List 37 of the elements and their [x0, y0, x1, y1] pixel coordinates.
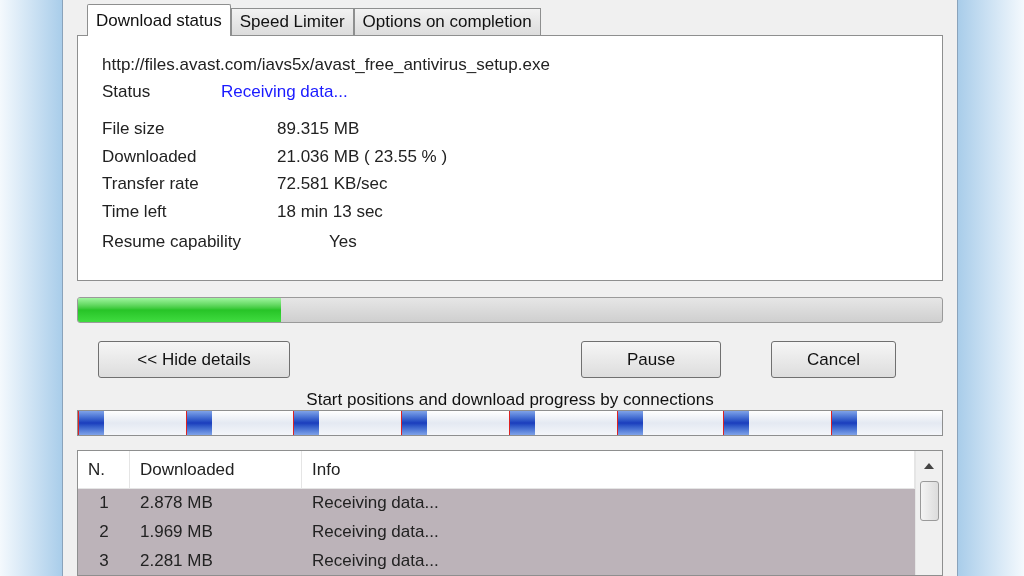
table-cell-text: Receiving data... — [311, 521, 440, 544]
status-value: Receiving data... — [221, 81, 348, 103]
status-label: Status — [102, 81, 152, 103]
table-cell-text: Receiving data... — [311, 549, 440, 572]
table-cell-text: Receiving data... — [311, 492, 440, 515]
table-row[interactable]: 2 1.969 MB Receiving data... — [78, 517, 915, 547]
column-header[interactable]: Downloaded — [130, 451, 302, 488]
detail-value: 21.036 MB ( 23.55 % ) — [277, 145, 448, 168]
detail-value: 18 min 13 sec — [277, 200, 383, 223]
table-cell-text: 1 — [98, 492, 110, 515]
dialog-button[interactable]: Cancel — [771, 341, 896, 378]
tab[interactable]: Download status — [87, 4, 231, 36]
table-cell-text: 2 — [98, 521, 110, 544]
table-cell-text: 2.281 MB — [139, 549, 214, 572]
tab[interactable]: Speed Limiter — [230, 8, 354, 35]
dialog-button[interactable]: Pause — [581, 341, 721, 378]
url-text: http://files.avast.com/iavs5x/avast_free_antivirus_setup.exe — [102, 54, 551, 76]
tab[interactable]: Options on completion — [353, 8, 541, 35]
table-cell-text: 2.878 MB — [139, 492, 214, 515]
scroll-thumb[interactable] — [919, 481, 939, 521]
detail-label: File size — [102, 118, 166, 140]
connections-caption: Start positions and download progress by connections — [305, 389, 715, 409]
resume-value: Yes — [329, 230, 357, 253]
detail-label: Downloaded — [102, 145, 198, 168]
table-cell-text: 1.969 MB — [139, 521, 214, 544]
detail-value: 72.581 KB/sec — [277, 173, 388, 195]
dialog-button[interactable]: << Hide details — [98, 341, 290, 378]
detail-value: 89.315 MB — [277, 118, 360, 140]
scrollbar[interactable] — [915, 451, 942, 575]
table-row[interactable]: 1 2.878 MB Receiving data... — [78, 488, 915, 518]
scroll-up-icon[interactable] — [924, 463, 934, 469]
detail-label: Time left — [102, 200, 168, 223]
table-cell-text: 3 — [98, 549, 110, 572]
table-row[interactable]: 3 2.281 MB Receiving data... — [78, 546, 915, 575]
detail-label: Transfer rate — [102, 173, 200, 195]
column-header[interactable]: N. — [78, 451, 130, 488]
resume-label: Resume capability — [102, 230, 242, 253]
